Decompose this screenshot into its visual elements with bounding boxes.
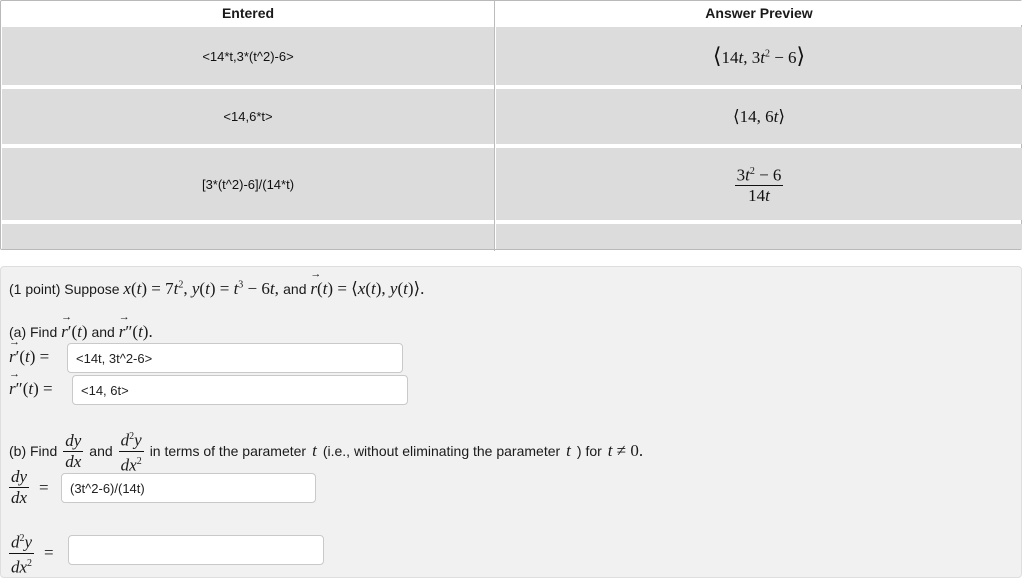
r-prime-label: r′(t) = <box>9 336 49 367</box>
entered-text: [3*(t^2)-6]/(14*t) <box>201 176 295 192</box>
entered-text: <14*t,3*(t^2)-6> <box>202 48 294 64</box>
part-b-and: and <box>89 443 113 460</box>
problem-statement: (1 point) Suppose x(t) = 7t2, y(t) = t3 … <box>9 268 424 299</box>
r-prime-input[interactable]: <14t, 3t^2-6> <box>67 343 403 373</box>
t-neq-zero: t ≠ 0. <box>607 441 644 461</box>
dydx-fraction: dy dx <box>9 467 30 507</box>
dydx-label: dy dx = <box>9 467 49 508</box>
r-double-prime-math: r″(t). <box>119 311 153 341</box>
preview-cell: ⟨14, 6t⟩ <box>496 89 1022 144</box>
d2ydx2-fraction: d2y dx2 <box>9 529 35 577</box>
dydx-math: dy dx <box>63 430 84 471</box>
entered-header: Entered <box>2 1 494 25</box>
part-a-prompt: (a) Find r′(t) and r″(t). <box>9 311 153 342</box>
part-a-and: and <box>91 324 115 340</box>
entered-cell: <14,6*t> <box>2 89 494 144</box>
entered-cell <box>2 224 494 249</box>
ie-text: (i.e., without eliminating the parameter <box>322 443 561 460</box>
for-text: ) for <box>576 443 602 460</box>
equals-sign: = <box>39 477 49 497</box>
preview-header: Answer Preview <box>496 1 1022 25</box>
points-label: (1 point) Suppose <box>9 281 120 297</box>
preview-math: 3t2 − 6 14t <box>734 162 784 207</box>
preview-cell <box>496 224 1022 249</box>
entered-cell: <14*t,3*(t^2)-6> <box>2 27 494 85</box>
r-double-prime-label: r″(t) = <box>9 368 53 399</box>
dydx-input[interactable]: (3t^2-6)/(14t) <box>61 473 316 503</box>
equals-sign: = <box>44 543 54 563</box>
preview-cell: ⟨14t, 3t2 − 6⟩ <box>496 27 1022 85</box>
preview-cell: 3t2 − 6 14t <box>496 148 1022 220</box>
terms-text: in terms of the parameter <box>149 443 307 460</box>
and-word: and <box>283 281 307 297</box>
preview-math: ⟨14, 6t⟩ <box>732 106 785 126</box>
d2ydx2-math: d2y dx2 <box>118 427 144 475</box>
statement-math: x(t) = 7t2, y(t) = t3 − 6t, <box>123 279 284 298</box>
entered-cell: [3*(t^2)-6]/(14*t) <box>2 148 494 220</box>
part-b-label: (b) Find <box>9 443 58 460</box>
part-b-prompt: (b) Find dy dx and d2y dx2 in terms of the… <box>9 427 643 475</box>
d2ydx2-label: d2y dx2 = <box>9 529 54 577</box>
param-t: t <box>566 441 571 461</box>
d2ydx2-input[interactable] <box>68 535 324 565</box>
preview-math: ⟨14t, 3t2 − 6⟩ <box>712 43 806 68</box>
problem-panel: (1 point) Suppose x(t) = 7t2, y(t) = t3 … <box>0 266 1022 578</box>
results-table: Entered Answer Preview <14*t,3*(t^2)-6> … <box>0 0 1022 251</box>
param-t: t <box>312 441 317 461</box>
r-double-prime-input[interactable]: <14, 6t> <box>72 375 408 405</box>
r-prime-math: r′(t) <box>61 311 87 341</box>
entered-text: <14,6*t> <box>223 109 273 124</box>
statement-math-r: r(t) = ⟨x(t), y(t)⟩. <box>310 268 424 298</box>
column-divider <box>494 1 495 251</box>
